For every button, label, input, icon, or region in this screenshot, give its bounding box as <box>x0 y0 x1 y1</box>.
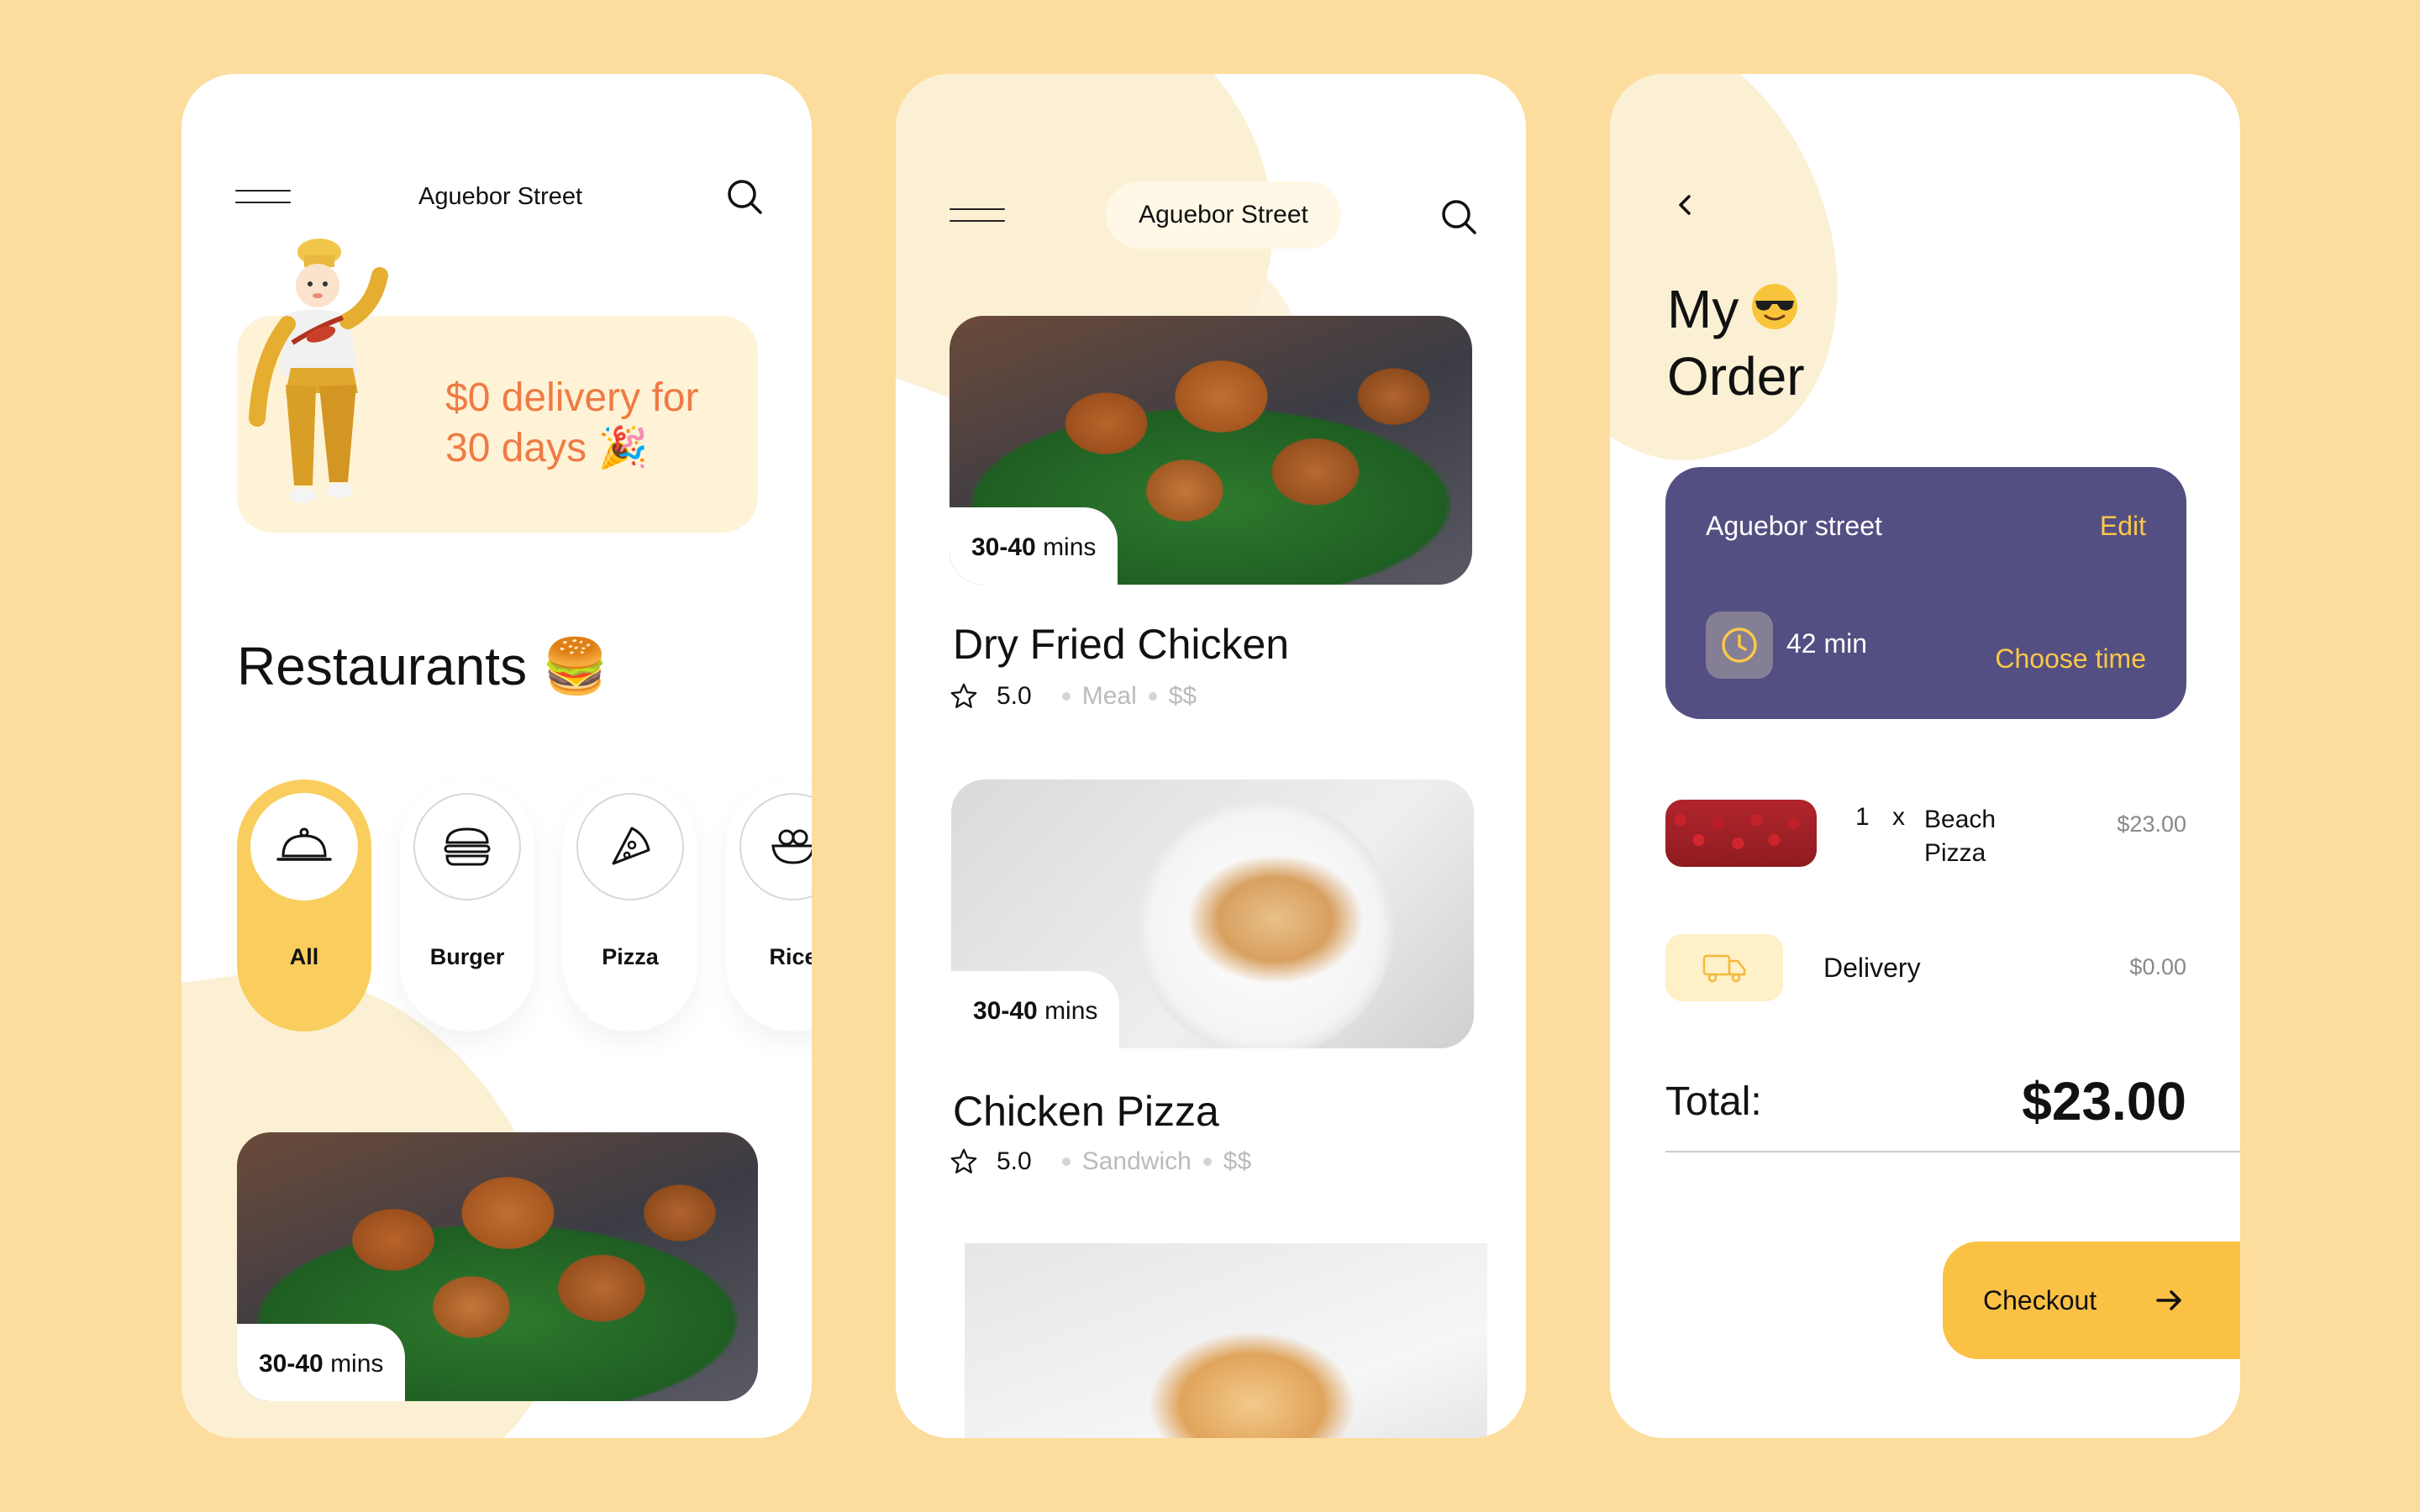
eta-text: 42 min <box>1786 628 1868 659</box>
rating-value: 5.0 <box>997 1147 1032 1175</box>
category-burger[interactable]: Burger <box>400 780 534 1032</box>
item-thumbnail <box>1665 800 1817 867</box>
category-list: All Burger Pizza Rice <box>237 780 812 1032</box>
delivery-price: $0.00 <box>2129 954 2186 979</box>
checkout-button[interactable]: Checkout <box>1943 1242 2240 1359</box>
total-label: Total: <box>1665 1079 1762 1124</box>
category-label: Burger <box>429 944 505 969</box>
choose-time-button[interactable]: Choose time <box>1995 643 2146 675</box>
time-range: 30-40 <box>971 533 1036 561</box>
time-unit: mins <box>323 1350 384 1378</box>
category-pizza[interactable]: Pizza <box>563 780 697 1032</box>
arrow-right-icon <box>2156 1290 2181 1310</box>
featured-restaurant-card[interactable]: 30-40 mins <box>237 1132 758 1401</box>
promo-line-1: $0 delivery for <box>445 375 699 420</box>
back-button[interactable] <box>1669 188 1702 222</box>
search-button[interactable] <box>1439 197 1479 237</box>
rating-value: 5.0 <box>997 682 1032 710</box>
time-unit: mins <box>1035 533 1097 561</box>
delivery-address-card: Aguebor street Edit 42 min Choose time <box>1665 467 2186 719</box>
clock-icon <box>1722 627 1757 663</box>
restaurants-heading: Restaurants 🍔 <box>237 636 609 696</box>
category-rice[interactable]: Rice <box>726 780 812 1032</box>
promo-line-2: 30 days 🎉 <box>445 426 649 470</box>
delivery-time-badge: 30-40 mins <box>950 507 1118 585</box>
title-line-2: Order <box>1667 346 1805 407</box>
separator-dot <box>1148 692 1157 701</box>
star-icon[interactable] <box>950 682 978 711</box>
truck-icon <box>1702 954 1746 983</box>
separator-dot <box>1061 1158 1071 1166</box>
rice-bowl-icon <box>739 793 812 900</box>
dish-name[interactable]: Chicken Pizza <box>953 1087 1219 1136</box>
times-sign: x <box>1892 803 1905 831</box>
burger-icon <box>413 793 521 900</box>
delivery-row: Delivery $0.00 <box>1665 934 2186 1001</box>
search-button[interactable] <box>724 176 765 217</box>
category-label: Rice <box>769 944 812 969</box>
delivery-label: Delivery <box>1823 953 1921 983</box>
star-icon[interactable] <box>950 1147 978 1176</box>
category-label: All <box>289 944 319 969</box>
promo-text: $0 delivery for 30 days 🎉 <box>445 373 748 474</box>
dish-category: Sandwich <box>1081 1147 1192 1175</box>
item-quantity: 1 <box>1855 803 1870 831</box>
search-icon <box>728 180 762 214</box>
sunglasses-emoji-icon <box>1752 284 1798 329</box>
category-all[interactable]: All <box>237 780 371 1032</box>
time-unit: mins <box>1037 997 1098 1025</box>
cloche-icon <box>250 793 358 900</box>
price-level: $$ <box>1168 682 1197 710</box>
menu-button[interactable] <box>950 208 1005 222</box>
truck-badge <box>1665 934 1783 1001</box>
title-line-1: My <box>1667 279 1739 339</box>
item-name: Beach Pizza <box>1924 806 1996 867</box>
pizza-icon <box>576 793 684 900</box>
category-label: Pizza <box>602 944 659 969</box>
total-value: $23.00 <box>2022 1071 2186 1131</box>
dish-category: Meal <box>1081 682 1137 710</box>
dish-card-dry-fried-chicken[interactable]: 30-40 mins <box>950 316 1472 585</box>
item-price: $23.00 <box>2117 811 2186 837</box>
location-pill[interactable]: Aguebor Street <box>1106 181 1341 249</box>
delivery-time-badge: 30-40 mins <box>237 1324 406 1401</box>
dish-card-partial[interactable] <box>965 1243 1487 1438</box>
menu-button[interactable] <box>235 190 291 203</box>
restaurant-list-screen: Aguebor Street 30-40 mins Dry Fried Chic… <box>896 74 1526 1438</box>
clock-badge <box>1706 612 1773 679</box>
chevron-left-icon <box>1679 195 1691 215</box>
address-text: Aguebor street <box>1706 511 1882 541</box>
price-level: $$ <box>1223 1147 1252 1175</box>
dish-card-chicken-pizza[interactable]: 30-40 mins <box>951 780 1474 1048</box>
separator-dot <box>1202 1158 1212 1166</box>
delivery-time-badge: 30-40 mins <box>951 971 1120 1048</box>
location-title: Aguebor Street <box>418 183 583 210</box>
dish-name[interactable]: Dry Fried Chicken <box>953 620 1289 669</box>
time-range: 30-40 <box>259 1350 324 1378</box>
time-range: 30-40 <box>973 997 1038 1025</box>
order-item-row: 1 x Beach Pizza $23.00 <box>1665 800 2186 875</box>
edit-address-button[interactable]: Edit <box>2100 511 2146 542</box>
chef-mascot-icon <box>249 239 388 503</box>
divider <box>1665 1151 2240 1152</box>
order-screen: My Order Aguebor street Edit 42 min Choo… <box>1610 74 2240 1438</box>
search-icon <box>1442 200 1476 234</box>
separator-dot <box>1061 692 1071 701</box>
dish-meta: 5.0 Meal $$ <box>950 682 1197 711</box>
page-title: My Order <box>1667 276 1805 410</box>
dish-meta: 5.0 Sandwich $$ <box>950 1147 1251 1176</box>
home-screen: Aguebor Street $0 delivery for 30 days 🎉… <box>182 74 812 1438</box>
checkout-label: Checkout <box>1983 1284 2097 1315</box>
